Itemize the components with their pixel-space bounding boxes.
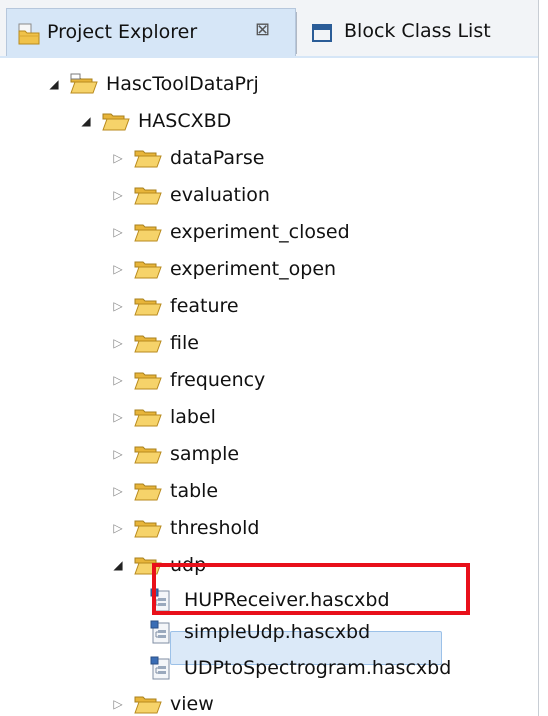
tab-block-class-list-label: Block Class List [344, 20, 491, 42]
collapsed-arrow-icon[interactable]: ▷ [110, 187, 126, 203]
folder-open-icon [134, 372, 162, 390]
tree-item-label: sample [170, 443, 240, 465]
collapsed-arrow-icon[interactable]: ▷ [110, 520, 126, 536]
tree-folder-item[interactable]: ▷ threshold [110, 510, 259, 546]
hascxbd-file-icon [150, 656, 170, 680]
folder-open-icon [134, 520, 162, 538]
tree-item-label: evaluation [170, 184, 270, 206]
project-folder-icon [70, 73, 98, 94]
collapsed-arrow-icon[interactable]: ▷ [110, 483, 126, 499]
collapsed-arrow-icon[interactable]: ▷ [110, 261, 126, 277]
tree-item-label: file [170, 332, 199, 354]
tree-item-label: label [170, 406, 216, 428]
tree-folder-item[interactable]: ▷ label [110, 399, 216, 435]
tree-folder-item[interactable]: ▷ feature [110, 288, 239, 324]
folder-open-icon [134, 150, 162, 168]
collapsed-arrow-icon[interactable]: ▷ [110, 224, 126, 240]
expanded-arrow-icon[interactable]: ◢ [46, 76, 62, 92]
tree-folder-item[interactable]: ▷ file [110, 325, 199, 361]
project-explorer-icon [18, 23, 40, 45]
tree-item-label: HASCXBD [138, 110, 232, 132]
tree-item-label: feature [170, 295, 239, 317]
tree-folder-item[interactable]: ◢ HascToolDataPrj [46, 66, 259, 102]
folder-open-icon [102, 113, 130, 131]
folder-open-icon [134, 187, 162, 205]
tree-file-item[interactable]: simpleUdp.hascxbd [150, 614, 370, 650]
collapsed-arrow-icon[interactable]: ▷ [110, 150, 126, 166]
collapsed-arrow-icon[interactable]: ▷ [110, 446, 126, 462]
folder-open-icon [134, 696, 162, 714]
tree-item-label: HascToolDataPrj [106, 73, 259, 95]
tree-item-label: dataParse [170, 147, 265, 169]
tree-item-label: view [170, 693, 214, 715]
collapsed-arrow-icon[interactable]: ▷ [110, 409, 126, 425]
tree-item-label: simpleUdp.hascxbd [184, 621, 371, 643]
tab-separator [296, 12, 297, 54]
tree-item-label: table [170, 480, 219, 502]
tree-folder-item[interactable]: ▷ table [110, 473, 218, 509]
collapsed-arrow-icon[interactable]: ▷ [110, 298, 126, 314]
tree-folder-item[interactable]: ▷ frequency [110, 362, 265, 398]
folder-open-icon [134, 409, 162, 427]
tree-folder-item[interactable]: ◢ HASCXBD [78, 103, 231, 139]
tab-project-explorer[interactable]: Project Explorer ⊠ [6, 8, 296, 56]
hascxbd-file-icon [150, 620, 170, 644]
tree-folder-item[interactable]: ▷ evaluation [110, 177, 270, 213]
folder-open-icon [134, 224, 162, 242]
tab-project-explorer-label: Project Explorer [47, 21, 198, 43]
tree-folder-item[interactable]: ▷ sample [110, 436, 239, 472]
tree-file-item[interactable]: UDPtoSpectrogram.hascxbd [150, 650, 451, 686]
tree-folder-item[interactable]: ▷ view [110, 686, 214, 716]
tree-item-label: threshold [170, 517, 260, 539]
tree-item-label: UDPtoSpectrogram.hascxbd [184, 657, 452, 679]
tree-item-label: experiment_closed [170, 221, 350, 243]
folder-open-icon [134, 446, 162, 464]
collapsed-arrow-icon[interactable]: ▷ [110, 696, 126, 712]
expanded-arrow-icon[interactable]: ◢ [78, 113, 94, 129]
project-tree[interactable]: ◢ HascToolDataPrj ◢ HASCXBD ▷ dataParse ▷ evalu… [0, 58, 538, 716]
folder-open-icon [134, 335, 162, 353]
collapsed-arrow-icon[interactable]: ▷ [110, 335, 126, 351]
panel-right-edge [538, 0, 548, 716]
expanded-arrow-icon[interactable]: ◢ [110, 557, 126, 573]
view-tab-bar: Project Explorer ⊠ Block Class List [0, 0, 548, 58]
folder-open-icon [134, 298, 162, 316]
tree-item-label: frequency [170, 369, 266, 391]
tab-block-class-list[interactable]: Block Class List [300, 8, 540, 56]
tree-folder-item[interactable]: ▷ experiment_closed [110, 214, 350, 250]
tree-folder-item[interactable]: ▷ dataParse [110, 140, 264, 176]
tree-folder-item[interactable]: ▷ experiment_open [110, 251, 336, 287]
folder-open-icon [134, 483, 162, 501]
close-icon[interactable]: ⊠ [255, 19, 270, 40]
tree-item-label: experiment_open [170, 258, 337, 280]
collapsed-arrow-icon[interactable]: ▷ [110, 372, 126, 388]
window-icon [312, 24, 332, 42]
folder-open-icon [134, 261, 162, 279]
red-annotation-box [152, 563, 470, 615]
